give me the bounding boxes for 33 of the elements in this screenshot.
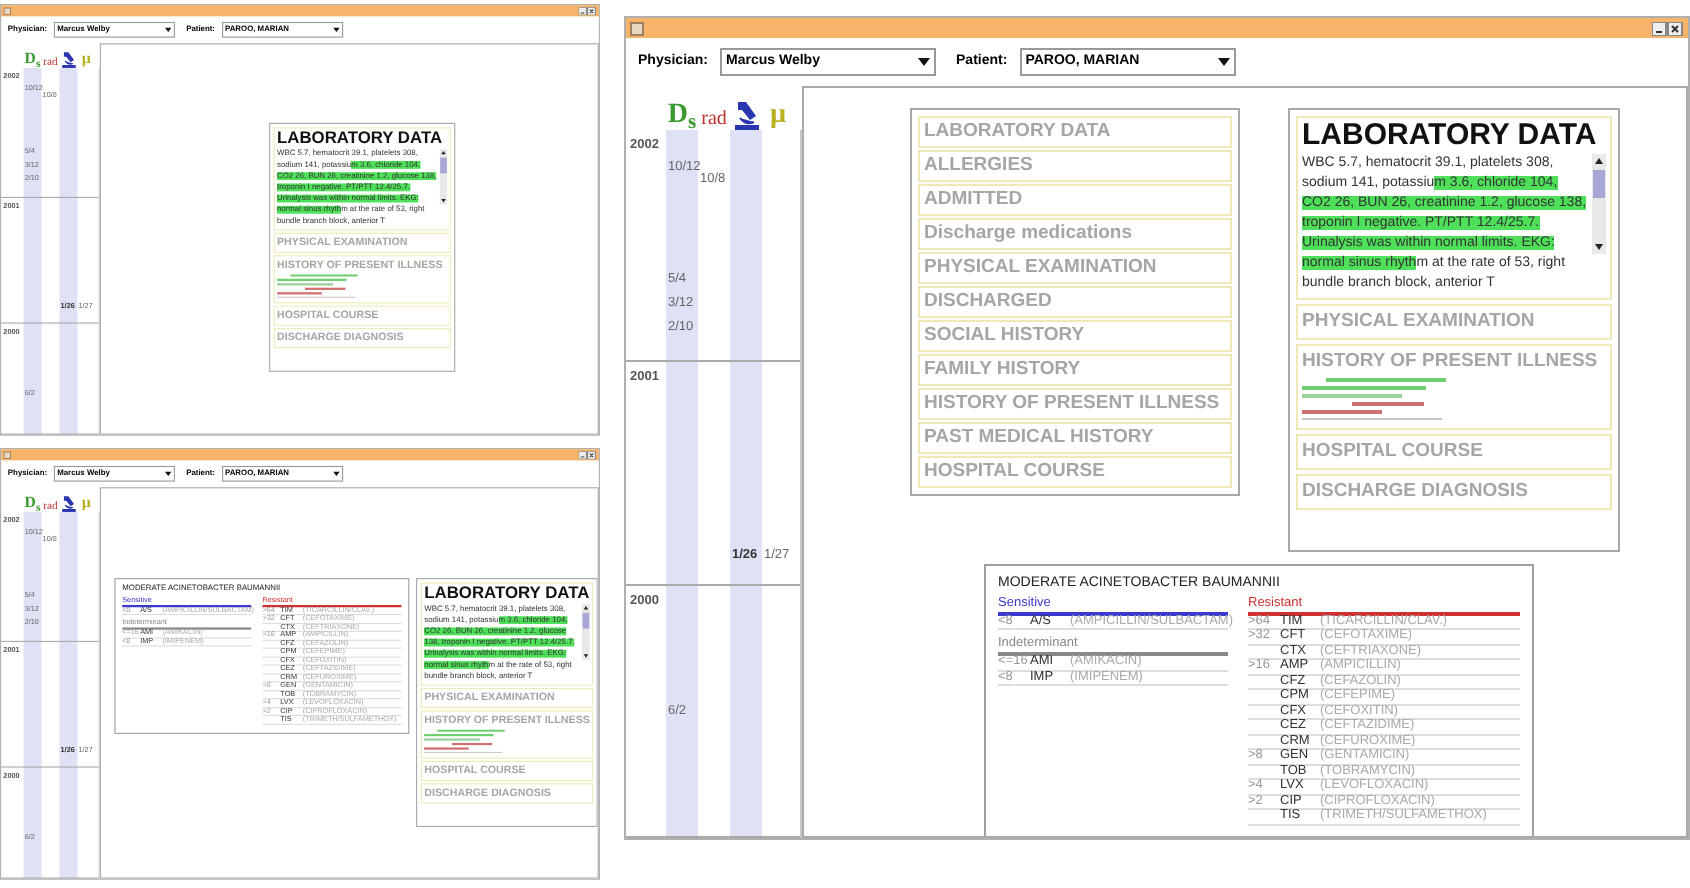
section-index-item[interactable]: PAST MEDICAL HISTORY	[918, 422, 1232, 454]
section-index-item[interactable]: Discharge medications	[918, 218, 1232, 250]
caret-icon	[332, 27, 340, 33]
micro-label[interactable]: µ	[769, 102, 787, 130]
app-icon	[3, 6, 12, 15]
section-index-item[interactable]: LABORATORY DATA	[918, 116, 1232, 148]
section-index-item[interactable]: SOCIAL HISTORY	[918, 320, 1232, 352]
note-title: LABORATORY DATA	[277, 128, 445, 149]
app-icon	[630, 21, 644, 35]
scrollbar-icon[interactable]	[439, 148, 448, 205]
section-index-item[interactable]: FAMILY HISTORY	[918, 354, 1232, 386]
section-index-item[interactable]: PHYSICAL EXAMINATION	[918, 252, 1232, 284]
section-index-item[interactable]: ALLERGIES	[918, 150, 1232, 182]
microscope-icon[interactable]	[733, 100, 759, 130]
note-title: LABORATORY DATA	[424, 583, 590, 604]
section-index-item[interactable]: ADMITTED	[918, 184, 1232, 216]
caret-icon	[164, 471, 172, 477]
window-controls-icon[interactable]	[578, 6, 597, 15]
section-index-item[interactable]: DISCHARGED	[918, 286, 1232, 318]
radiology-label[interactable]: rad	[701, 110, 727, 130]
caret-icon	[1217, 58, 1230, 66]
window-controls-icon[interactable]	[1652, 21, 1684, 35]
discharge-summary-logo[interactable]: D$_{s}$	[667, 102, 697, 130]
section-index-item[interactable]: HISTORY OF PRESENT ILLNESS	[918, 388, 1232, 420]
window-controls-icon[interactable]	[578, 450, 597, 459]
app-icon	[3, 450, 12, 459]
caret-icon	[164, 27, 172, 33]
scrollbar-icon[interactable]	[1592, 154, 1606, 254]
scrollbar-icon[interactable]	[582, 603, 590, 660]
section-index-item[interactable]: HOSPITAL COURSE	[918, 456, 1232, 488]
caret-icon	[332, 471, 340, 477]
note-title: LABORATORY DATA	[1302, 118, 1599, 154]
caret-icon	[918, 58, 931, 66]
